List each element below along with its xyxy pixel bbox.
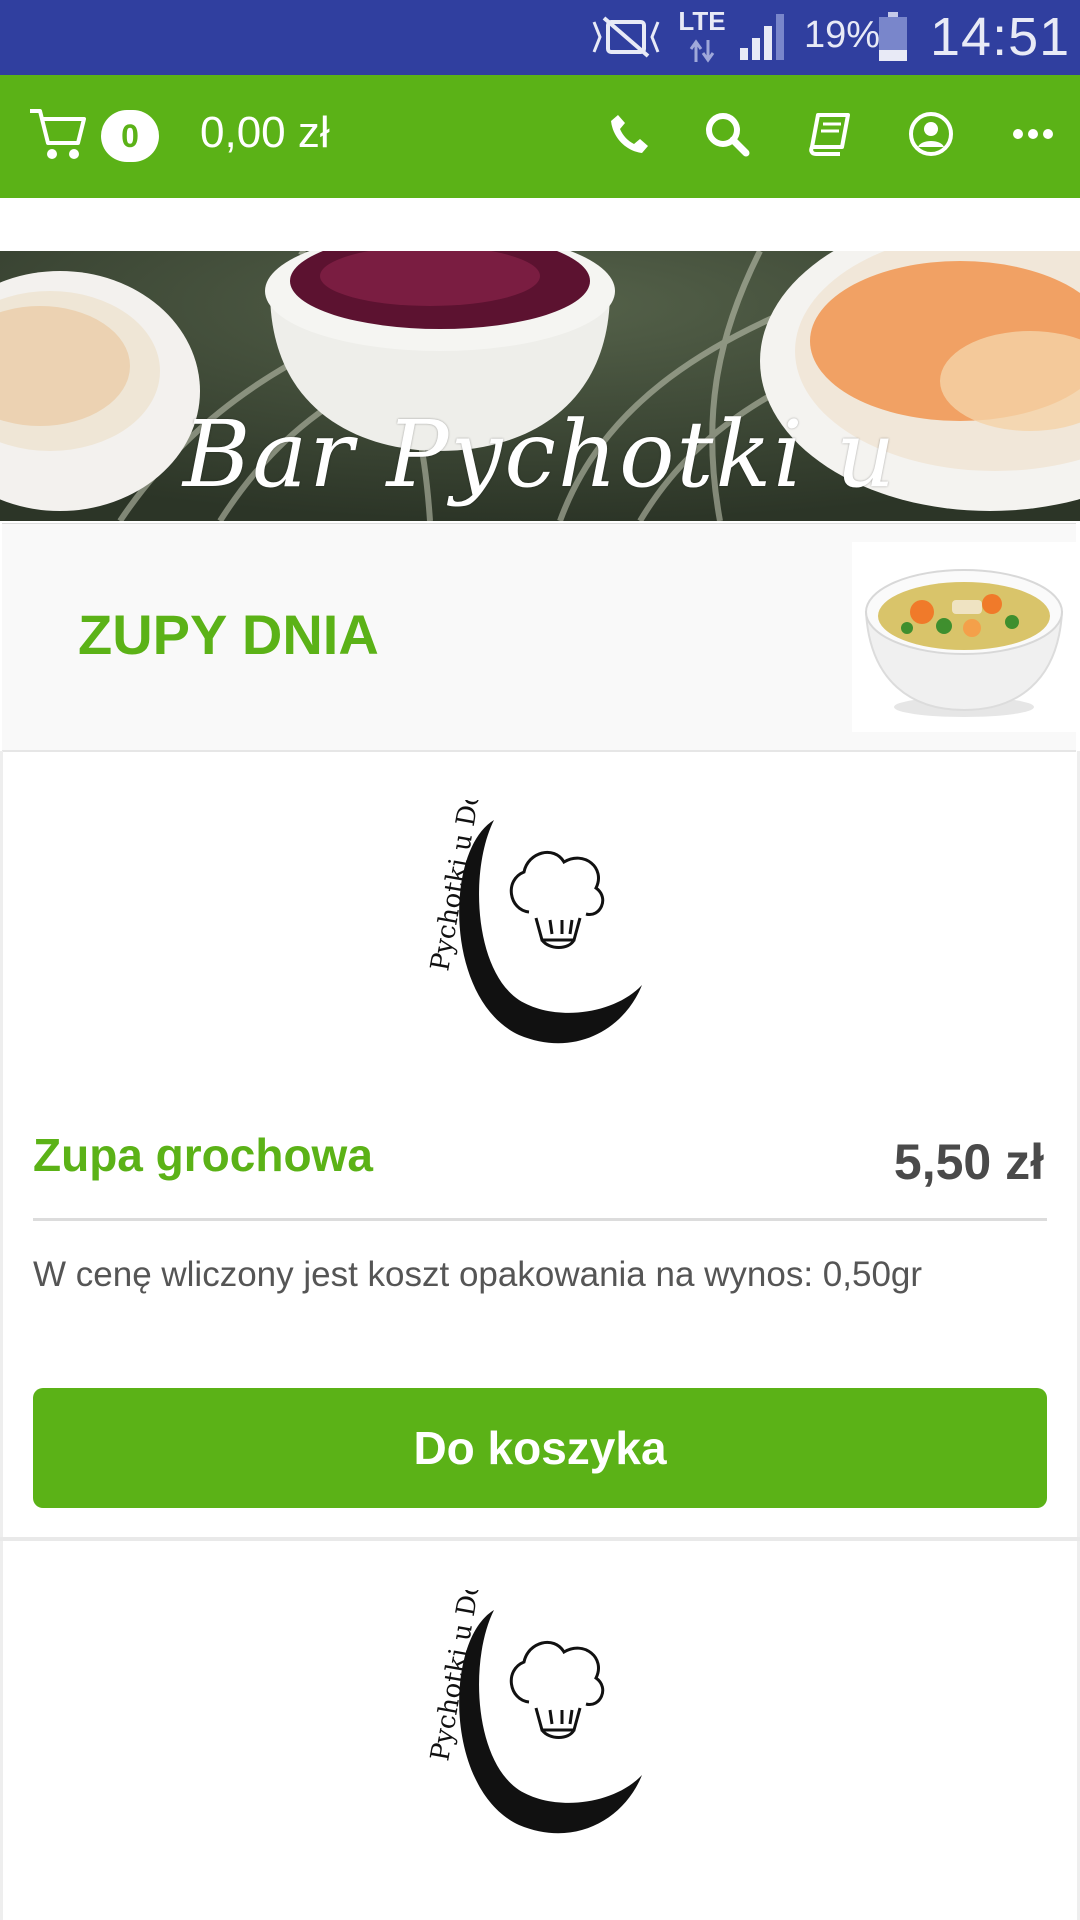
banner-title: Bar Pychotki u Dorotki — [182, 401, 898, 521]
cart-icon[interactable] — [28, 105, 88, 163]
lte-icon: LTE — [674, 6, 730, 68]
product-name: Zupa grochowa — [33, 1129, 373, 1181]
battery-percent: 19% — [804, 14, 881, 56]
restaurant-banner: Bar Pychotki u Dorotki — [0, 251, 1080, 521]
clock: 14:51 — [930, 7, 1071, 67]
phone-icon[interactable] — [606, 111, 652, 157]
add-to-cart-button[interactable]: Do koszyka — [33, 1388, 1047, 1508]
divider — [33, 1218, 1047, 1221]
restaurant-logo: Pychotki u Dorotki — [425, 1590, 642, 1834]
cart-count-badge[interactable]: 0 — [101, 110, 159, 162]
app-header: 0 0,00 zł — [0, 75, 1080, 198]
signal-icon — [740, 14, 784, 60]
cart-total[interactable]: 0,00 zł — [200, 108, 330, 158]
network-type: LTE — [678, 6, 726, 36]
restaurant-logo: Pychotki u Dorotki — [425, 800, 642, 1044]
search-icon[interactable] — [704, 111, 750, 157]
product-price: 5,50 zł — [893, 1134, 1044, 1190]
mute-icon — [592, 16, 660, 58]
soup-bowl-image — [852, 542, 1076, 732]
category-title: ZUPY DNIA — [78, 603, 379, 666]
user-icon[interactable] — [908, 111, 954, 157]
more-icon[interactable] — [1010, 111, 1056, 157]
product-description: W cenę wliczony jest koszt opakowania na… — [33, 1255, 923, 1294]
battery-icon — [879, 12, 907, 61]
category-header[interactable]: ZUPY DNIA — [2, 523, 1076, 752]
book-icon[interactable] — [806, 111, 852, 157]
status-bar: LTE 19% 14:51 — [0, 0, 1080, 75]
